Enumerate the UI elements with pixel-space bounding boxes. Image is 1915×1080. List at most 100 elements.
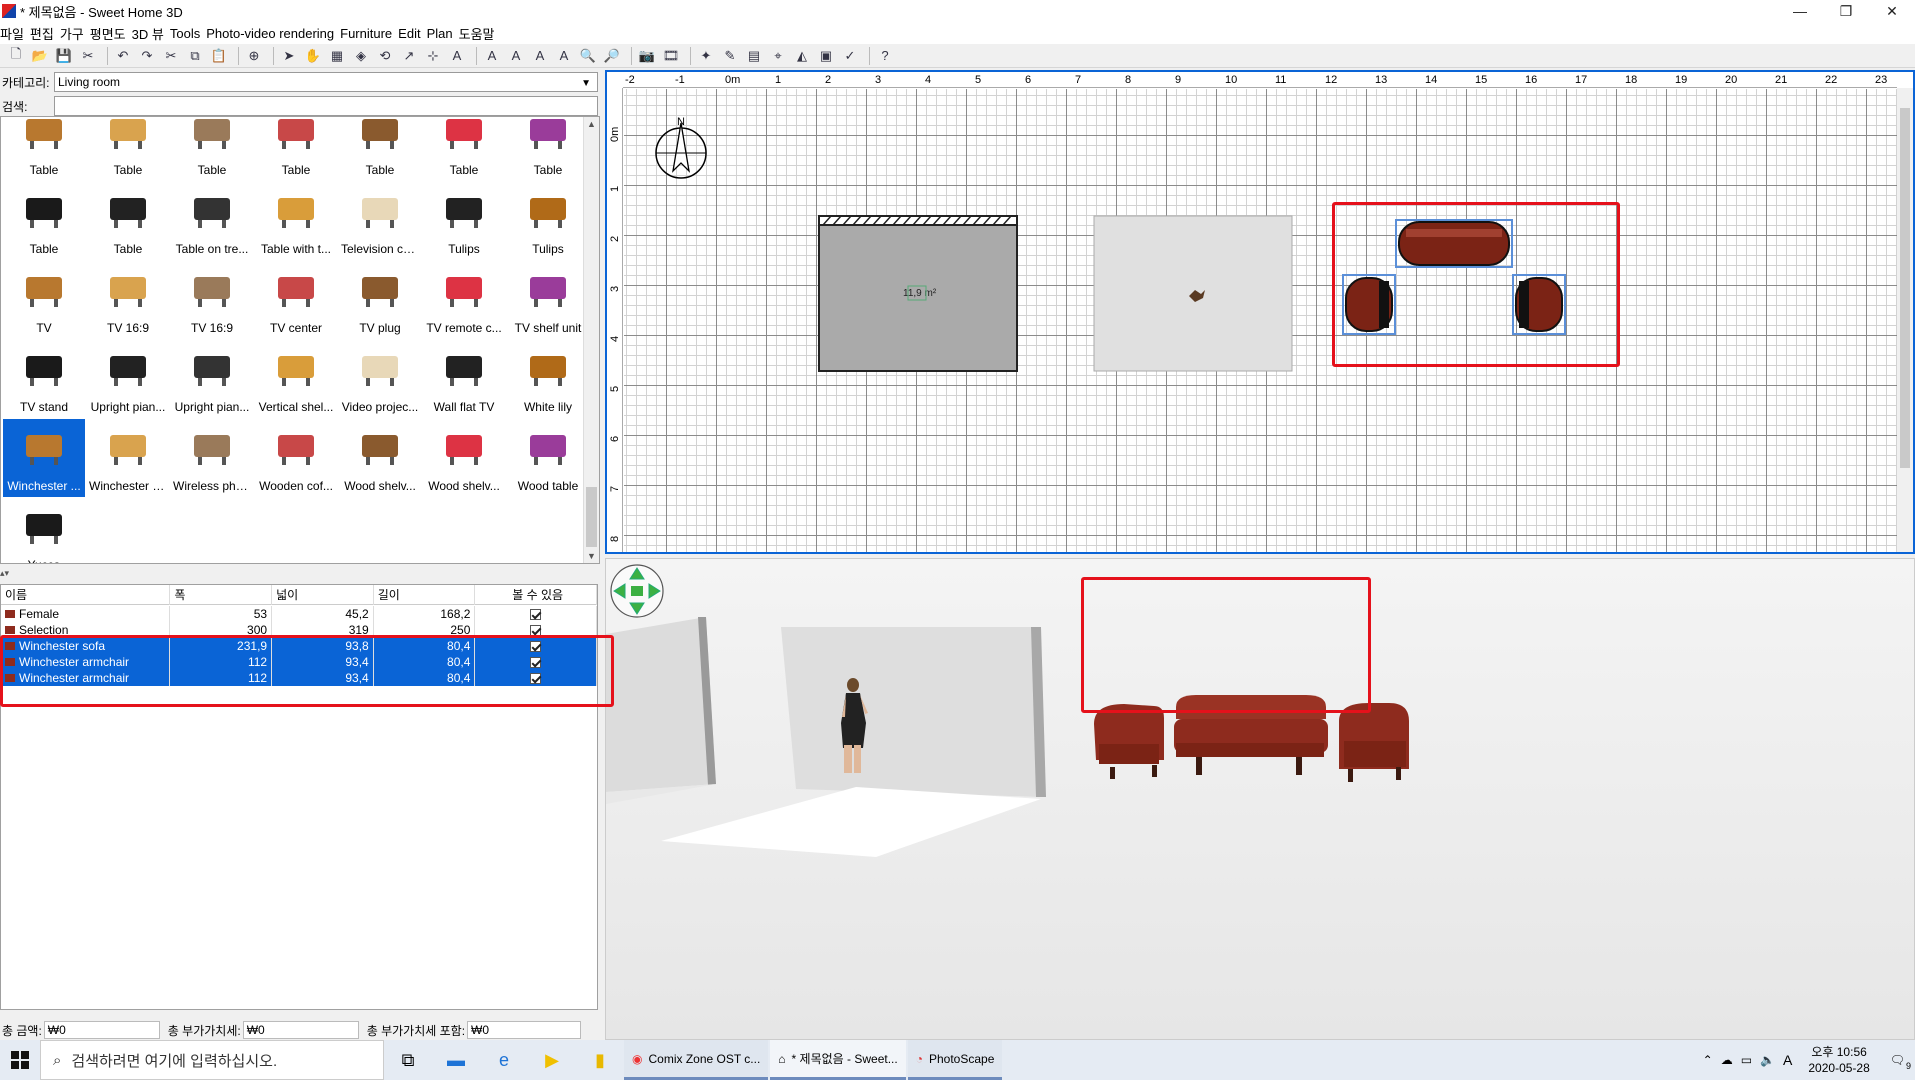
redo-icon[interactable]: ↷ xyxy=(137,46,157,66)
scroll-down-icon[interactable]: ▼ xyxy=(587,551,596,561)
plugin-icon-3[interactable]: ▤ xyxy=(744,46,764,66)
wall-hatch[interactable] xyxy=(818,215,1018,226)
open-icon[interactable]: 📂 xyxy=(30,46,50,66)
category-select[interactable]: Living room ▼ xyxy=(54,72,598,92)
menu-help[interactable]: 도움말 xyxy=(459,24,501,43)
ime-indicator[interactable]: A xyxy=(1783,1052,1792,1068)
3d-view[interactable] xyxy=(605,558,1915,1040)
select-mode-icon[interactable]: ➤ xyxy=(279,46,299,66)
catalog-scrollbar[interactable]: ▲ ▼ xyxy=(583,117,599,563)
catalog-item[interactable]: White lily xyxy=(507,340,589,418)
create-labels-icon[interactable]: ⊹ xyxy=(423,46,443,66)
catalog-item[interactable]: TV center xyxy=(255,261,337,339)
menu-plan[interactable]: Plan xyxy=(427,26,459,41)
close-button[interactable]: ✕ xyxy=(1869,0,1915,22)
column-visible[interactable]: 볼 수 있음 xyxy=(475,585,597,605)
create-dimensions-icon[interactable]: ↗ xyxy=(399,46,419,66)
plan-grid[interactable]: N 11,9 m² xyxy=(624,89,1897,552)
catalog-item[interactable]: TV plug xyxy=(339,261,421,339)
table-row[interactable]: Female 53 45,2 168,2 xyxy=(1,606,597,622)
media-player-icon[interactable]: ▶ xyxy=(528,1040,576,1080)
onedrive-icon[interactable]: ☁ xyxy=(1721,1053,1733,1067)
plan-view[interactable]: -2 -1 0m 1 2 3 4 5 6 7 8 9 10 11 12 13 14 15 16 17 18 19 20 21 2… xyxy=(605,70,1915,554)
catalog-scroll-thumb[interactable] xyxy=(586,487,597,547)
catalog-item[interactable]: Wooden cof... xyxy=(255,419,337,497)
menu-furniture-ko[interactable]: 가구 xyxy=(60,24,90,43)
taskbar-search-input[interactable]: ⌕ 검색하려면 여기에 입력하십시오. xyxy=(40,1040,384,1080)
notification-icon[interactable]: 🗨 9 xyxy=(1890,1053,1911,1071)
decrease-text-icon[interactable]: A xyxy=(506,46,526,66)
catalog-item[interactable]: Video projec... xyxy=(339,340,421,418)
catalog-item[interactable]: Wood shelv... xyxy=(423,419,505,497)
splitter[interactable]: ▴▾ xyxy=(0,568,598,582)
catalog-item[interactable]: Table xyxy=(507,117,589,181)
create-video-icon[interactable]: 🎞 xyxy=(661,46,681,66)
catalog-item[interactable]: Table on tre... xyxy=(171,182,253,260)
catalog-item[interactable]: TV 16:9 xyxy=(87,261,169,339)
plugin-icon-1[interactable]: ✦ xyxy=(696,46,716,66)
zoom-out-icon[interactable]: 🔎 xyxy=(602,46,622,66)
add-furniture-icon[interactable]: ⊕ xyxy=(244,46,264,66)
start-button[interactable] xyxy=(0,1040,40,1080)
task-chrome[interactable]: ◉ Comix Zone OST c... xyxy=(624,1040,769,1080)
column-name[interactable]: 이름 xyxy=(1,585,171,605)
column-height[interactable]: 길이 xyxy=(374,585,476,605)
catalog-item[interactable]: Table xyxy=(171,117,253,181)
copy-icon[interactable]: ⧉ xyxy=(185,46,205,66)
maximize-button[interactable]: ❐ xyxy=(1823,0,1869,22)
menu-furniture[interactable]: Furniture xyxy=(340,26,398,41)
catalog-item[interactable]: Winchester ... xyxy=(3,419,85,497)
help-icon[interactable]: ? xyxy=(875,46,895,66)
compass-icon[interactable]: N xyxy=(655,116,707,179)
catalog-item[interactable]: TV xyxy=(3,261,85,339)
clock[interactable]: 오후 10:56 2020-05-28 xyxy=(1798,1044,1879,1076)
chevron-up-icon[interactable]: ⌃ xyxy=(1703,1053,1713,1067)
menu-file[interactable]: 파일 xyxy=(0,24,30,43)
edge-icon[interactable]: e xyxy=(480,1040,528,1080)
catalog-item[interactable]: Table xyxy=(339,117,421,181)
plugin-icon-5[interactable]: ◭ xyxy=(792,46,812,66)
task-photoscape[interactable]: ◔ PhotoScape xyxy=(907,1040,1003,1080)
zoom-in-icon[interactable]: 🔍 xyxy=(578,46,598,66)
minimize-button[interactable]: — xyxy=(1777,0,1823,22)
volume-icon[interactable]: 🔈 xyxy=(1760,1053,1775,1067)
create-polylines-icon[interactable]: ⟲ xyxy=(375,46,395,66)
pan-mode-icon[interactable]: ✋ xyxy=(303,46,323,66)
catalog-item[interactable]: Yucca xyxy=(3,498,85,563)
add-text-icon[interactable]: A xyxy=(447,46,467,66)
create-rooms-icon[interactable]: ◈ xyxy=(351,46,371,66)
catalog-item[interactable]: Upright pian... xyxy=(171,340,253,418)
catalog-item[interactable]: TV stand xyxy=(3,340,85,418)
catalog-item[interactable]: Vertical shel... xyxy=(255,340,337,418)
paste-icon[interactable]: 📋 xyxy=(209,46,229,66)
catalog-item[interactable]: Wood table xyxy=(507,419,589,497)
task-view-icon[interactable]: ⧉ xyxy=(384,1040,432,1080)
catalog-item[interactable]: Winchester s... xyxy=(87,419,169,497)
catalog-item[interactable]: TV shelf unit xyxy=(507,261,589,339)
menu-3d-view[interactable]: 3D 뷰 xyxy=(132,24,170,43)
create-photo-icon[interactable]: 📷 xyxy=(637,46,657,66)
plan-scrollbar[interactable] xyxy=(1897,88,1913,552)
app-icon-1[interactable]: ▬ xyxy=(432,1040,480,1080)
menu-plan-ko[interactable]: 평면도 xyxy=(90,24,132,43)
catalog-item[interactable]: Table xyxy=(3,182,85,260)
column-width[interactable]: 폭 xyxy=(170,585,273,605)
network-icon[interactable]: ▭ xyxy=(1741,1053,1752,1067)
catalog-item[interactable]: Television ca... xyxy=(339,182,421,260)
menu-edit[interactable]: Edit xyxy=(398,26,426,41)
italic-text-icon[interactable]: A xyxy=(554,46,574,66)
catalog-item[interactable]: TV remote c... xyxy=(423,261,505,339)
catalog-item[interactable]: Table xyxy=(423,117,505,181)
catalog-item[interactable]: Upright pian... xyxy=(87,340,169,418)
task-sweet-home[interactable]: ⌂ * 제목없음 - Sweet... xyxy=(770,1040,906,1080)
column-depth[interactable]: 넓이 xyxy=(272,585,374,605)
plan-scroll-thumb[interactable] xyxy=(1900,108,1910,468)
new-icon[interactable]: 🗋 xyxy=(6,46,26,66)
menu-tools[interactable]: Tools xyxy=(170,26,206,41)
catalog-item[interactable]: Tulips xyxy=(507,182,589,260)
undo-icon[interactable]: ↶ xyxy=(113,46,133,66)
menu-photo-video[interactable]: Photo-video rendering xyxy=(206,26,340,41)
increase-text-icon[interactable]: A xyxy=(482,46,502,66)
plugin-icon-4[interactable]: ⌖ xyxy=(768,46,788,66)
menu-edit-ko[interactable]: 편집 xyxy=(30,24,60,43)
